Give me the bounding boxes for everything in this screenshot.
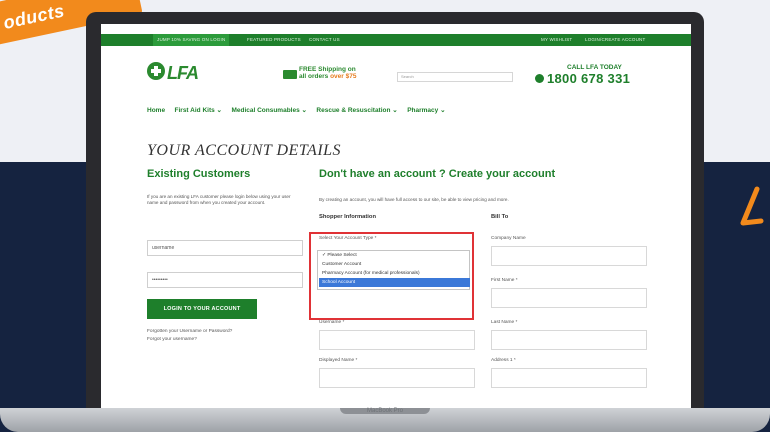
shopper-information-heading: Shopper Information — [319, 214, 377, 220]
account-type-option-selected[interactable]: School Account — [319, 278, 470, 287]
address-1-field[interactable] — [491, 368, 647, 388]
account-type-select[interactable]: ✓ Please Select Customer Account Pharmac… — [317, 250, 470, 290]
device-label: MacBook Pro — [366, 408, 403, 414]
topbar-item-login-create[interactable]: LOGIN/CREATE ACCOUNT — [585, 37, 645, 42]
create-account-heading: Don't have an account ? Create your acco… — [319, 168, 556, 180]
laptop-screen: JUMP 10% SAVING ON LOGIN FEATURED PRODUC… — [101, 24, 691, 408]
shipping-line-2-prefix: all orders — [299, 73, 329, 80]
topbar-item-savings[interactable]: JUMP 10% SAVING ON LOGIN — [153, 34, 230, 46]
existing-intro: If you are an existing LFA customer plea… — [147, 194, 291, 205]
bill-to-heading: Bill To — [491, 214, 509, 220]
free-shipping-banner: FREE Shipping on all orders over $75 — [299, 66, 356, 80]
address-1-label: Address 1 * — [491, 358, 516, 363]
shipping-line-2-highlight: over $75 — [330, 73, 357, 80]
phone-icon — [535, 74, 544, 83]
call-label: CALL LFA TODAY — [567, 64, 622, 71]
username-label: Username * — [319, 320, 345, 325]
promo-ribbon-text: oducts — [1, 0, 67, 33]
nav-item-rescue[interactable]: Rescue & Resuscitation ⌄ — [316, 107, 397, 114]
login-username-input[interactable]: username — [147, 240, 303, 256]
account-type-option[interactable]: Pharmacy Account (for medical profession… — [319, 269, 470, 278]
nav-item-first-aid-kits[interactable]: First Aid Kits ⌄ — [175, 107, 222, 114]
last-name-field[interactable] — [491, 330, 647, 350]
company-name-label: Company Name — [491, 236, 526, 241]
company-name-field[interactable] — [491, 246, 647, 266]
main-nav: Home First Aid Kits ⌄ Medical Consumable… — [147, 99, 451, 117]
first-name-label: First Name * — [491, 278, 518, 283]
first-name-field[interactable] — [491, 288, 647, 308]
username-field[interactable] — [319, 330, 475, 350]
top-bar: JUMP 10% SAVING ON LOGIN FEATURED PRODUC… — [101, 34, 691, 46]
nav-item-pharmacy[interactable]: Pharmacy ⌄ — [407, 107, 445, 114]
nav-item-medical-consumables[interactable]: Medical Consumables ⌄ — [231, 107, 307, 114]
forgot-password-link[interactable]: Forgotten your Username or Password? — [147, 329, 232, 334]
page-title: YOUR ACCOUNT DETAILS — [147, 142, 342, 159]
decorative-stroke — [740, 186, 764, 226]
displayed-name-label: Displayed Name * — [319, 358, 358, 363]
nav-item-home[interactable]: Home — [147, 107, 165, 114]
account-type-option[interactable]: ✓ Please Select — [319, 251, 470, 260]
shipping-line-1: FREE Shipping on — [299, 66, 356, 73]
logo-cross-icon — [147, 62, 165, 80]
truck-icon — [283, 70, 297, 79]
login-button[interactable]: LOGIN TO YOUR ACCOUNT — [147, 299, 257, 319]
forgot-username-link[interactable]: Forgot your username? — [147, 337, 197, 342]
phone-number[interactable]: 1800 678 331 — [547, 71, 630, 86]
account-type-option[interactable]: Customer Account — [319, 260, 470, 269]
topbar-item-contact[interactable]: CONTACT US — [309, 37, 340, 42]
existing-customers-heading: Existing Customers — [147, 168, 251, 180]
shipping-line-2: all orders over $75 — [299, 73, 356, 80]
account-type-label: Select Your Account Type * — [319, 236, 377, 241]
topbar-item-wishlist[interactable]: MY WISHLIST — [541, 37, 572, 42]
displayed-name-field[interactable] — [319, 368, 475, 388]
topbar-item-featured[interactable]: FEATURED PRODUCTS — [247, 37, 301, 42]
search-input[interactable]: Search — [397, 72, 513, 82]
logo-text: LFA — [167, 63, 199, 83]
login-password-input[interactable]: ••••••••• — [147, 272, 303, 288]
create-intro: By creating an account, you will have fu… — [319, 197, 509, 202]
last-name-label: Last Name * — [491, 320, 518, 325]
logo[interactable]: LFA — [147, 60, 217, 86]
